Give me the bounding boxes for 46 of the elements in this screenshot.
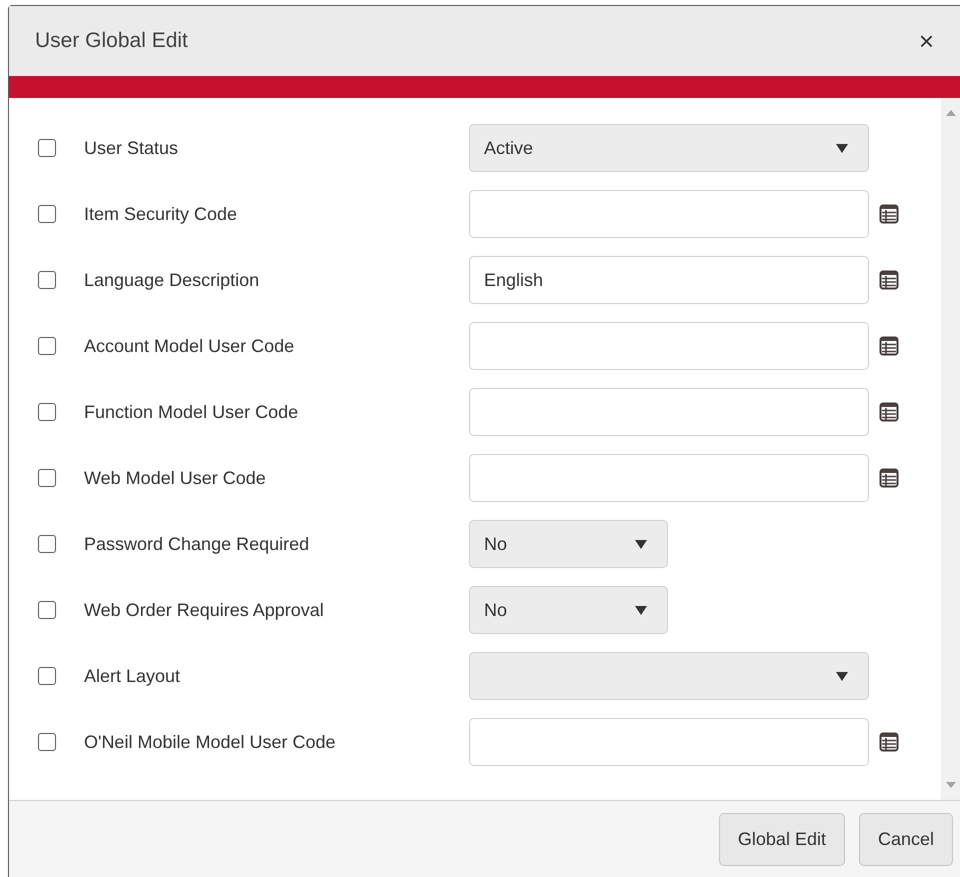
table-icon[interactable]	[879, 468, 899, 488]
checkbox[interactable]	[38, 337, 56, 355]
table-icon[interactable]	[879, 204, 899, 224]
input-field[interactable]	[469, 718, 869, 766]
caret-icon	[836, 144, 848, 152]
field-label: Web Model User Code	[84, 466, 267, 490]
checkbox[interactable]	[38, 271, 56, 289]
dropdown-value: Active	[484, 136, 534, 160]
dialog-title: User Global Edit	[35, 28, 188, 54]
checkbox[interactable]	[38, 601, 56, 619]
input-field[interactable]	[469, 454, 869, 502]
caret-icon	[635, 540, 647, 548]
field-label: Alert Layout	[84, 664, 182, 688]
checkbox[interactable]	[38, 205, 56, 223]
dropdown[interactable]: No	[469, 520, 668, 568]
table-icon[interactable]	[879, 336, 899, 356]
field-label: Function Model User Code	[84, 400, 300, 424]
checkbox[interactable]	[38, 403, 56, 421]
field-label: Password Change Required	[84, 532, 310, 556]
checkbox[interactable]	[38, 733, 56, 751]
caret-icon	[836, 672, 848, 680]
caret-icon	[635, 606, 647, 614]
dropdown-value: No	[484, 532, 508, 556]
field-label: Item Security Code	[84, 202, 238, 226]
checkbox[interactable]	[38, 535, 56, 553]
dropdown[interactable]: Active	[469, 124, 869, 172]
table-icon[interactable]	[879, 270, 899, 290]
dialog-button[interactable]: Cancel	[858, 812, 953, 866]
checkbox[interactable]	[38, 667, 56, 685]
input-field[interactable]	[469, 322, 869, 370]
table-icon[interactable]	[879, 402, 899, 422]
field-label: User Status	[84, 136, 180, 160]
dropdown-value: No	[484, 598, 508, 622]
dialog-button[interactable]: Global Edit	[718, 812, 845, 866]
field-label: O'Neil Mobile Model User Code	[84, 730, 337, 754]
input-field[interactable]	[469, 190, 869, 238]
input-field[interactable]: English	[469, 256, 869, 304]
checkbox[interactable]	[38, 469, 56, 487]
close-button[interactable]: ×	[918, 28, 934, 54]
checkbox[interactable]	[38, 139, 56, 157]
input-field[interactable]	[469, 388, 869, 436]
field-label: Language Description	[84, 268, 260, 292]
field-label: Web Order Requires Approval	[84, 598, 325, 622]
table-icon[interactable]	[879, 732, 899, 752]
field-label: Account Model User Code	[84, 334, 296, 358]
dropdown[interactable]: No	[469, 586, 668, 634]
